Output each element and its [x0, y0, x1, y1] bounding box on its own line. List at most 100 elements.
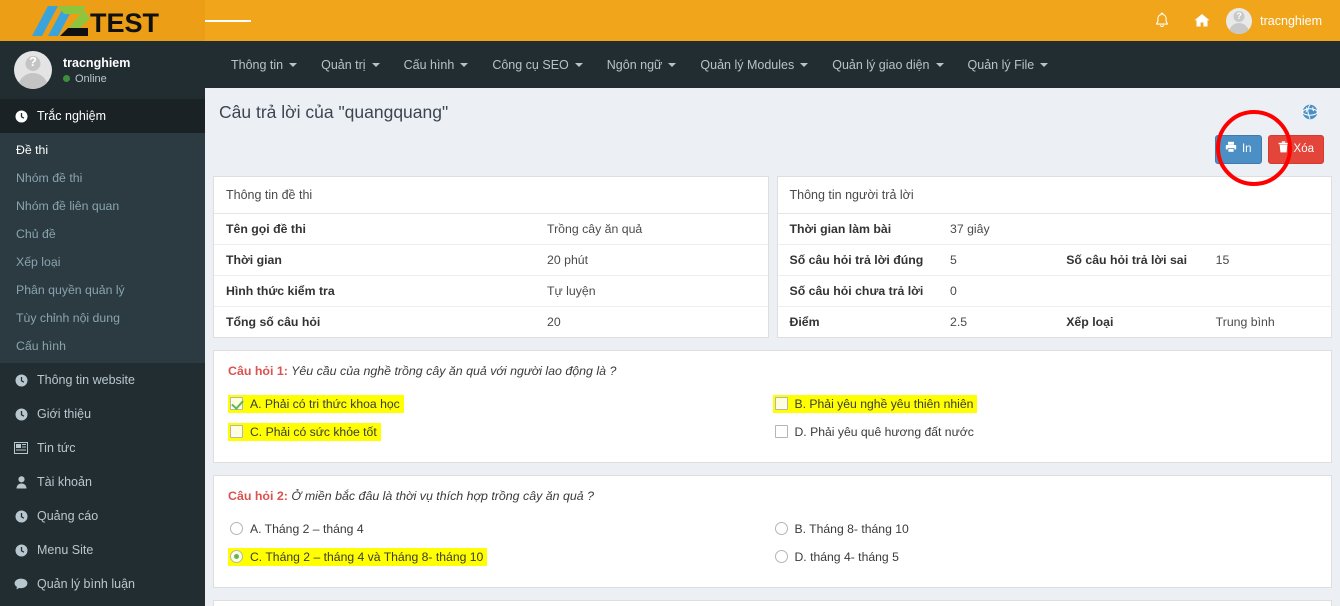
answer-option-d[interactable]: D. tháng 4- tháng 5 [773, 543, 1318, 571]
admin-page: TEST ? tracnghiem ? tracnghiem Online Tr… [0, 0, 1340, 606]
navbar-item-ngon-ngu[interactable]: Ngôn ngữ [595, 41, 689, 88]
delete-button-label: Xóa [1293, 142, 1314, 155]
header-username: tracnghiem [1260, 13, 1322, 28]
clock-icon [14, 374, 28, 387]
navbar-item-quan-ly-giao-dien[interactable]: Quản lý giao diện [820, 41, 955, 88]
row-label: Điểm [789, 314, 820, 329]
trash-icon [1278, 141, 1289, 158]
sidebar-profile[interactable]: ? tracnghiem Online [0, 41, 205, 99]
answer-option-a[interactable]: A. Tháng 2 – tháng 4 [228, 515, 773, 543]
sidebar-item-thong-tin-website[interactable]: Thông tin website [0, 363, 205, 397]
table-row: Số câu hỏi chưa trả lời 0 [777, 275, 1331, 306]
sidebar-item-tin-tuc[interactable]: Tin tức [0, 431, 205, 465]
checkbox-icon[interactable] [774, 397, 788, 411]
sidebar-subitem-xep-loai[interactable]: Xếp loại [0, 248, 205, 276]
content-area: Câu trả lời của "quangquang" In Xóa Thôn… [205, 88, 1340, 606]
navbar-item-quan-ly-file[interactable]: Quản lý File [956, 41, 1061, 88]
sidebar-item-quang-cao[interactable]: Quảng cáo [0, 499, 205, 533]
online-dot-icon [63, 75, 70, 82]
radio-icon[interactable] [774, 522, 788, 536]
header-actions: ? tracnghiem [1142, 0, 1340, 41]
user-menu[interactable]: ? tracnghiem [1222, 0, 1328, 41]
row-label: Số câu hỏi chưa trả lời [789, 283, 924, 298]
sidebar-item-gioi-thieu[interactable]: Giới thiệu [0, 397, 205, 431]
hamburger-line [220, 19, 236, 22]
table-row: Điểm 2.5 Xếp loại Trung bình [777, 306, 1331, 337]
comment-icon [14, 578, 28, 590]
answer-option-a[interactable]: A. Phải có tri thức khoa học [228, 390, 773, 418]
sidebar-subitem-de-thi[interactable]: Đề thi [0, 136, 205, 164]
navbar-item-cong-cu-seo[interactable]: Công cụ SEO [480, 41, 594, 88]
question-number-label: Câu hỏi 2: [228, 488, 288, 503]
print-button[interactable]: In [1214, 135, 1262, 164]
sidebar-subitem-nhom-de-thi[interactable]: Nhóm đề thi [0, 164, 205, 192]
delete-button[interactable]: Xóa [1267, 135, 1324, 164]
sidebar-item-trac-nghiem[interactable]: Trắc nghiệm [0, 99, 205, 133]
hamburger-line [205, 19, 221, 22]
radio-icon[interactable] [230, 550, 243, 564]
sidebar-subitem-phan-quyen-quan-ly[interactable]: Phân quyền quản lý [0, 276, 205, 304]
row-value: Tự luyện [547, 283, 596, 298]
table-row: Thời gian 20 phút [214, 244, 768, 275]
radio-icon[interactable] [230, 522, 243, 536]
sidebar-subitem-cau-hinh[interactable]: Cấu hình [0, 332, 205, 360]
sidebar-item-quan-ly-binh-luan[interactable]: Quản lý bình luận [0, 567, 205, 601]
navbar-item-label: Quản lý File [967, 57, 1035, 72]
clock-icon [14, 408, 28, 421]
sidebar-item-label: Giới thiệu [37, 407, 92, 421]
row-value-2 [1204, 275, 1331, 306]
row-label: Thời gian làm bài [789, 221, 892, 236]
answer-option-d[interactable]: D. Phải yêu quê hương đất nước [773, 418, 1318, 446]
answers-list-2: A. Tháng 2 – tháng 4 B. Tháng 8- tháng 1… [228, 515, 1317, 571]
radio-icon[interactable] [774, 550, 788, 564]
row-value[interactable]: Trồng cây ăn quả [535, 214, 767, 245]
answer-option-c[interactable]: C. Tháng 2 – tháng 4 và Tháng 8- tháng 1… [228, 543, 773, 571]
home-icon[interactable] [1182, 0, 1222, 41]
row-value: 20 [547, 314, 561, 329]
profile-status-label: Online [75, 72, 107, 85]
navbar-item-label: Cấu hình [403, 57, 455, 72]
answer-label: A. Tháng 2 – tháng 4 [250, 521, 364, 536]
bell-icon[interactable] [1142, 0, 1182, 41]
row-value: 2.5 [950, 314, 968, 329]
row-label-2 [1054, 275, 1203, 306]
question-number-label: Câu hỏi 1: [228, 363, 288, 378]
answer-label: D. tháng 4- tháng 5 [794, 549, 899, 564]
answer-option-c[interactable]: C. Phải có sức khỏe tốt [228, 418, 773, 446]
sidebar-item-tai-khoan[interactable]: Tài khoản [0, 465, 205, 499]
answer-option-b[interactable]: B. Phải yêu nghề yêu thiên nhiên [772, 390, 1318, 418]
row-label-2 [1054, 214, 1203, 245]
answer-option-b[interactable]: B. Tháng 8- tháng 10 [773, 515, 1318, 543]
question-text: Yêu cầu của nghề trồng cây ăn quả với ng… [291, 363, 617, 378]
navbar-item-cau-hinh[interactable]: Cấu hình [392, 41, 481, 88]
app-logo[interactable]: TEST [0, 0, 205, 41]
question-panel-3-partial [213, 599, 1332, 606]
checkbox-icon[interactable] [230, 397, 243, 411]
answer-label: C. Phải có sức khỏe tốt [250, 424, 377, 439]
checkbox-icon[interactable] [230, 425, 243, 439]
printer-icon [1225, 141, 1237, 158]
sidebar-subitem-tuy-chinh-noi-dung[interactable]: Tùy chỉnh nội dung [0, 304, 205, 332]
navbar-item-label: Công cụ SEO [492, 57, 569, 72]
navbar-item-thong-tin[interactable]: Thông tin [219, 41, 309, 88]
sidebar-subitem-nhom-de-lien-quan[interactable]: Nhóm đề liên quan [0, 192, 205, 220]
row-value-2: Trung bình [1215, 314, 1275, 329]
menu-toggle-button[interactable] [205, 0, 251, 41]
clock-icon [14, 110, 28, 123]
navbar-item-label: Thông tin [231, 57, 284, 72]
sidebar: ? tracnghiem Online Trắc nghiệm Đề thi N… [0, 41, 205, 606]
answer-label: A. Phải có tri thức khoa học [250, 396, 400, 411]
navbar-item-label: Quản lý Modules [700, 57, 795, 72]
row-label-2: Xếp loại [1066, 314, 1114, 329]
respondent-info-header: Thông tin người trả lời [777, 176, 1331, 214]
sidebar-subitem-chu-de[interactable]: Chủ đề [0, 220, 205, 248]
globe-icon[interactable] [1302, 104, 1318, 125]
navbar-item-quan-tri[interactable]: Quản trị [309, 41, 391, 88]
chevron-down-icon [371, 62, 380, 67]
checkbox-icon[interactable] [774, 425, 788, 439]
sidebar-item-menu-site[interactable]: Menu Site [0, 533, 205, 567]
table-row: Tên gọi đề thi Trồng cây ăn quả [214, 214, 768, 245]
row-label: Tổng số câu hỏi [226, 314, 321, 329]
navbar-item-quan-ly-modules[interactable]: Quản lý Modules [688, 41, 820, 88]
sidebar-item-label: Menu Site [37, 543, 94, 557]
